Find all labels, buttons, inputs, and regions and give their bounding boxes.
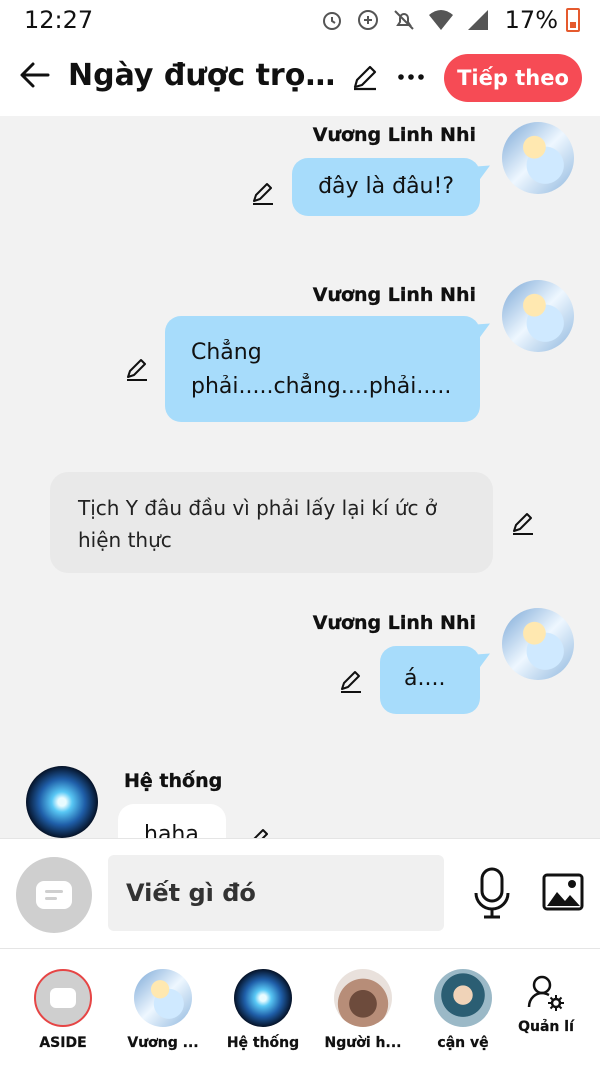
add-circle-icon xyxy=(358,10,378,30)
message-text: đây là đâu!? xyxy=(318,174,454,199)
sender-name: Vương Linh Nhi xyxy=(312,124,477,146)
character-label: Quản lí xyxy=(518,1019,574,1035)
back-arrow-icon[interactable] xyxy=(18,58,52,92)
edit-pencil-icon[interactable] xyxy=(246,826,272,838)
story-title: Ngày được trọn... xyxy=(68,58,338,93)
header: Ngày được trọn... Tiếp theo xyxy=(0,40,600,116)
message-text-line: Chẳng xyxy=(191,340,262,365)
character-aside[interactable]: ASIDE xyxy=(13,969,113,1051)
edit-pencil-icon[interactable] xyxy=(250,180,276,206)
message-bubble[interactable]: đây là đâu!? xyxy=(292,158,480,216)
message-text-line: phải.....chẳng....phải..... xyxy=(191,374,452,399)
message-bubble[interactable]: á.... xyxy=(380,646,480,714)
battery-icon xyxy=(566,8,580,32)
narration-text-line: hiện thực xyxy=(78,528,172,552)
sender-name: Hệ thống xyxy=(124,770,223,792)
message-bubble[interactable]: haha xyxy=(118,804,226,838)
aside-toggle-button[interactable] xyxy=(16,857,92,933)
character-label: Hệ thống xyxy=(226,1035,300,1051)
character-label: Vương ... xyxy=(127,1035,199,1051)
status-time: 12:27 xyxy=(24,6,94,34)
manage-characters-button[interactable]: Quản lí xyxy=(496,973,596,1035)
status-bar: 12:27 17% xyxy=(0,0,600,40)
character-avatar xyxy=(434,969,492,1027)
narration-box[interactable]: Tịch Y đâu đầu vì phải lấy lại kí ức ở h… xyxy=(50,472,493,573)
character-avatar xyxy=(134,969,192,1027)
character-label: ASIDE xyxy=(39,1035,87,1051)
aside-avatar xyxy=(34,969,92,1027)
manage-users-icon xyxy=(527,975,564,1011)
composer-bar xyxy=(0,838,600,948)
edit-pencil-icon[interactable] xyxy=(338,668,364,694)
chat-bubble-icon xyxy=(50,988,76,1008)
character-label: cận vệ xyxy=(437,1035,489,1051)
message-text: á.... xyxy=(404,666,446,691)
character-label: Người h... xyxy=(324,1035,402,1051)
signal-icon xyxy=(468,10,488,30)
character-vuong[interactable]: Vương ... xyxy=(113,969,213,1051)
avatar[interactable] xyxy=(502,122,574,194)
message-bubble[interactable]: Chẳng phải.....chẳng....phải..... xyxy=(165,316,480,422)
sender-name: Vương Linh Nhi xyxy=(312,612,477,634)
microphone-icon[interactable] xyxy=(472,867,512,919)
edit-pencil-icon[interactable] xyxy=(510,510,536,536)
narration-text-line: Tịch Y đâu đầu vì phải lấy lại kí ức ở xyxy=(78,496,438,520)
more-icon[interactable] xyxy=(396,62,426,92)
message-text: haha xyxy=(144,822,199,838)
battery-level: 17% xyxy=(504,6,558,34)
character-avatar xyxy=(234,969,292,1027)
pencil-icon[interactable] xyxy=(350,62,380,92)
chat-area[interactable]: Vương Linh Nhi đây là đâu!? Vương Linh N… xyxy=(0,116,600,838)
alarm-icon xyxy=(323,12,341,30)
character-nguoi-h[interactable]: Người h... xyxy=(313,969,413,1051)
character-bar: ASIDE Vương ... Hệ thống Người h... cận … xyxy=(0,948,600,1067)
edit-pencil-icon[interactable] xyxy=(124,356,150,382)
avatar[interactable] xyxy=(502,280,574,352)
character-he-thong[interactable]: Hệ thống xyxy=(213,969,313,1051)
avatar[interactable] xyxy=(26,766,98,838)
message-input[interactable] xyxy=(108,855,444,931)
wifi-icon xyxy=(429,10,453,30)
chat-bubble-icon xyxy=(36,881,72,909)
next-button[interactable]: Tiếp theo xyxy=(444,54,582,102)
bell-off-icon xyxy=(394,10,414,30)
character-avatar xyxy=(334,969,392,1027)
avatar[interactable] xyxy=(502,608,574,680)
sender-name: Vương Linh Nhi xyxy=(312,284,477,306)
image-icon[interactable] xyxy=(542,873,584,911)
